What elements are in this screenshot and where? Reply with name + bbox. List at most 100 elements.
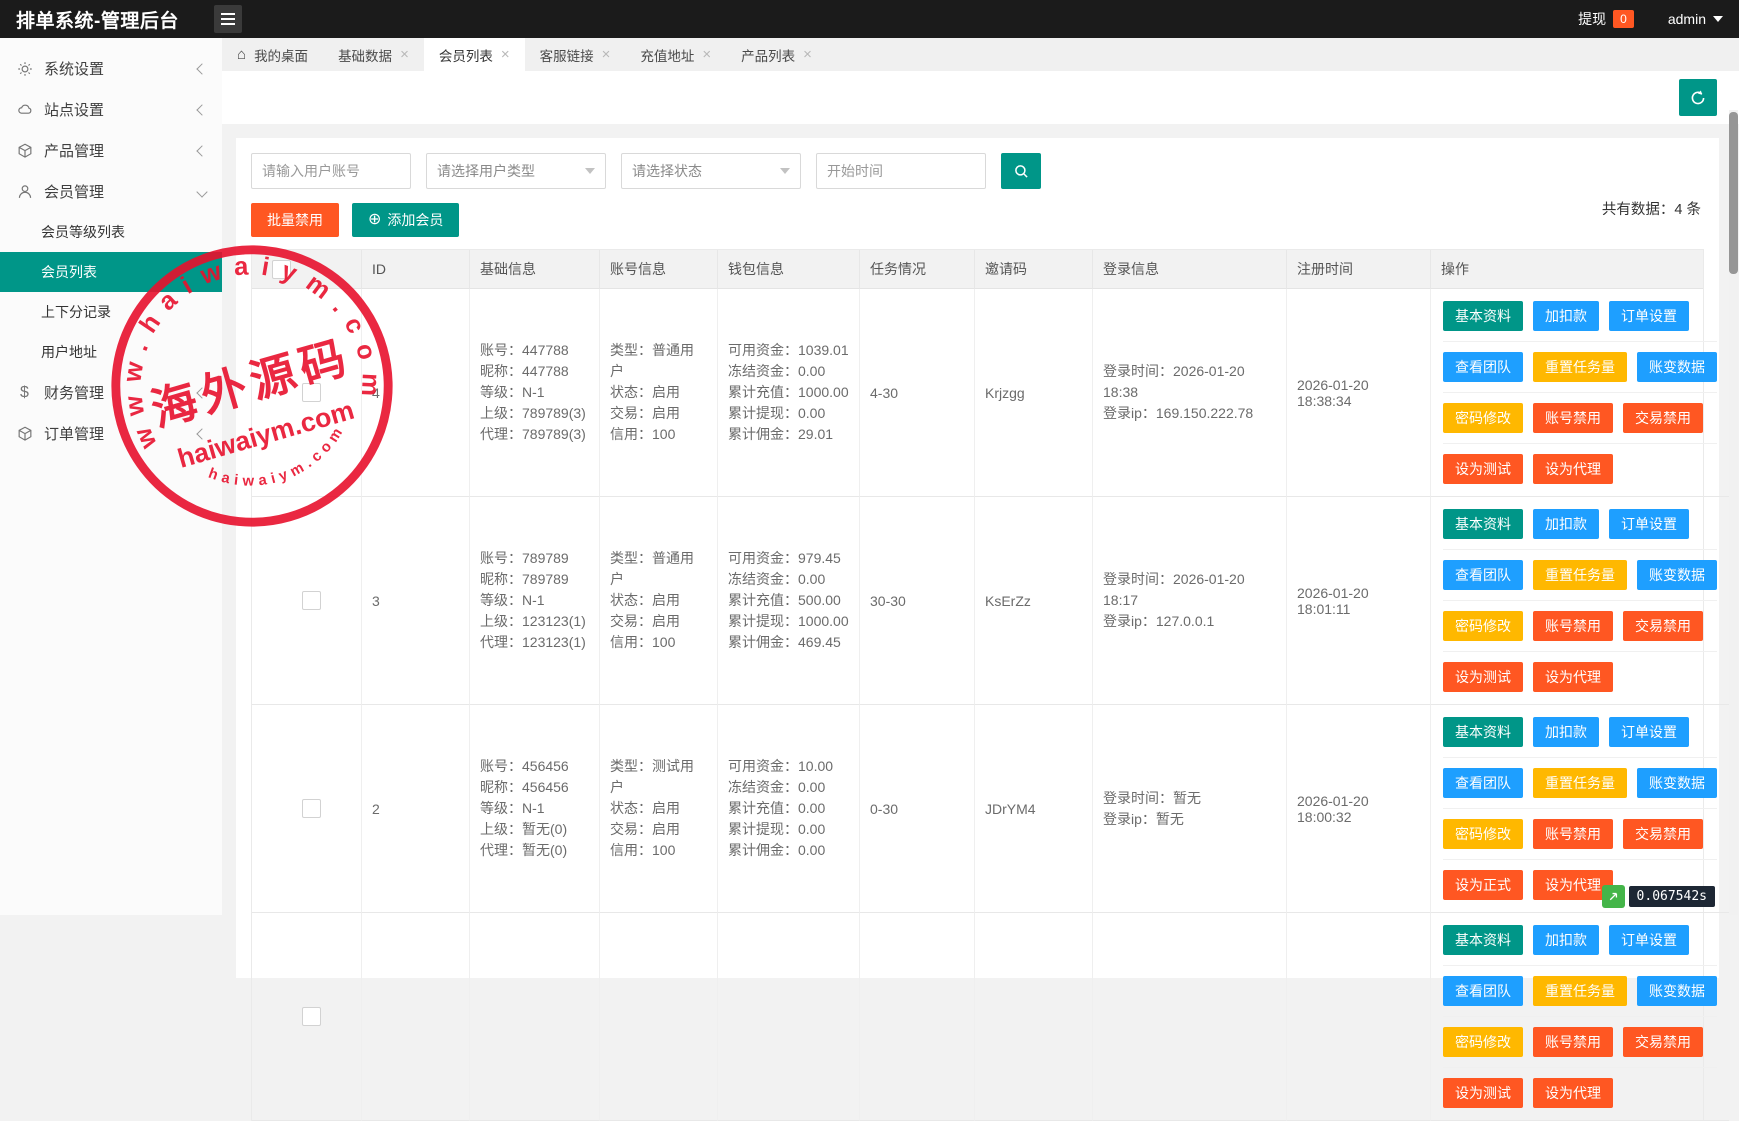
info-line: 登录时间：暂无 — [1103, 788, 1276, 809]
action-button[interactable]: 基本资料 — [1443, 717, 1523, 747]
cell-register-time — [1287, 913, 1431, 1121]
action-button[interactable]: 加扣款 — [1533, 925, 1599, 955]
cell-actions: 基本资料加扣款订单设置查看团队重置任务量账变数据密码修改账号禁用交易禁用设为测试… — [1431, 289, 1729, 497]
tab-basic-data[interactable]: 基础数据 × — [323, 38, 424, 71]
action-button[interactable]: 设为代理 — [1533, 1078, 1613, 1108]
action-button[interactable]: 加扣款 — [1533, 301, 1599, 331]
action-button[interactable]: 账变数据 — [1637, 352, 1717, 382]
action-button[interactable]: 加扣款 — [1533, 717, 1599, 747]
info-line: 冻结资金：0.00 — [728, 361, 849, 382]
cell-id — [362, 913, 470, 1121]
action-button[interactable]: 交易禁用 — [1623, 1027, 1703, 1057]
action-button[interactable]: 基本资料 — [1443, 925, 1523, 955]
app-title: 排单系统-管理后台 — [0, 6, 200, 33]
scrollbar-thumb[interactable] — [1729, 112, 1738, 274]
sidebar-item-member-level-list[interactable]: 会员等级列表 — [0, 212, 222, 252]
chevron-down-icon — [196, 186, 207, 197]
action-button[interactable]: 交易禁用 — [1623, 611, 1703, 641]
close-icon[interactable]: × — [803, 47, 812, 62]
status-select[interactable]: 请选择状态 — [621, 153, 801, 189]
sidebar-item-order-management[interactable]: 订单管理 — [0, 413, 222, 454]
action-button[interactable]: 基本资料 — [1443, 509, 1523, 539]
search-button[interactable] — [1001, 153, 1041, 189]
action-button[interactable]: 订单设置 — [1609, 509, 1689, 539]
action-button[interactable]: 密码修改 — [1443, 403, 1523, 433]
action-button[interactable]: 账号禁用 — [1533, 403, 1613, 433]
action-button[interactable]: 设为正式 — [1443, 870, 1523, 900]
cell-login-info: 登录时间：2026-01-20 18:17登录ip：127.0.0.1 — [1093, 497, 1287, 705]
sidebar-item-finance-management[interactable]: $ 财务管理 — [0, 372, 222, 413]
row-checkbox[interactable] — [302, 591, 321, 610]
action-button[interactable]: 重置任务量 — [1533, 768, 1627, 798]
action-button[interactable]: 基本资料 — [1443, 301, 1523, 331]
tab-member-list[interactable]: 会员列表 × — [424, 38, 525, 71]
user-type-select[interactable]: 请选择用户类型 — [426, 153, 606, 189]
action-button[interactable]: 订单设置 — [1609, 301, 1689, 331]
close-icon[interactable]: × — [501, 47, 510, 62]
menu-toggle-button[interactable] — [214, 5, 242, 33]
row-checkbox[interactable] — [302, 799, 321, 818]
batch-disable-button[interactable]: 批量禁用 — [251, 203, 339, 237]
action-button[interactable]: 账号禁用 — [1533, 611, 1613, 641]
close-icon[interactable]: × — [400, 47, 409, 62]
sidebar-item-user-address[interactable]: 用户地址 — [0, 332, 222, 372]
sidebar-item-member-list[interactable]: 会员列表 — [0, 252, 222, 292]
action-button[interactable]: 账号禁用 — [1533, 1027, 1613, 1057]
row-checkbox[interactable] — [302, 383, 321, 402]
sidebar-item-score-records[interactable]: 上下分记录 — [0, 292, 222, 332]
action-button[interactable]: 设为代理 — [1533, 662, 1613, 692]
action-button[interactable]: 查看团队 — [1443, 560, 1523, 590]
sidebar-item-system-settings[interactable]: 系统设置 — [0, 48, 222, 89]
arrow-up-right-icon[interactable] — [1602, 885, 1625, 908]
action-button[interactable]: 设为代理 — [1533, 454, 1613, 484]
row-checkbox[interactable] — [302, 1007, 321, 1026]
action-button[interactable]: 密码修改 — [1443, 1027, 1523, 1057]
info-line: 交易：启用 — [610, 611, 707, 632]
sidebar-item-member-management[interactable]: 会员管理 — [0, 171, 222, 212]
vertical-scrollbar[interactable] — [1729, 110, 1738, 915]
action-button[interactable]: 账变数据 — [1637, 976, 1717, 1006]
action-button[interactable]: 重置任务量 — [1533, 352, 1627, 382]
action-button[interactable]: 加扣款 — [1533, 509, 1599, 539]
cell-basic-info — [470, 913, 600, 1121]
action-button[interactable]: 密码修改 — [1443, 611, 1523, 641]
sidebar-item-product-management[interactable]: 产品管理 — [0, 130, 222, 171]
tab-service-link[interactable]: 客服链接 × — [525, 38, 626, 71]
tab-recharge-address[interactable]: 充值地址 × — [625, 38, 726, 71]
close-icon[interactable]: × — [602, 47, 611, 62]
info-line: 累计提现：0.00 — [728, 403, 849, 424]
account-search-input[interactable] — [251, 153, 411, 189]
refresh-button[interactable] — [1679, 79, 1717, 116]
action-button[interactable]: 账号禁用 — [1533, 819, 1613, 849]
user-menu[interactable]: admin — [1668, 11, 1723, 27]
action-button[interactable]: 账变数据 — [1637, 768, 1717, 798]
action-button[interactable]: 查看团队 — [1443, 352, 1523, 382]
action-button[interactable]: 密码修改 — [1443, 819, 1523, 849]
tab-my-desktop[interactable]: ⌂ 我的桌面 — [222, 38, 323, 71]
action-button[interactable]: 查看团队 — [1443, 768, 1523, 798]
action-button[interactable]: 设为测试 — [1443, 1078, 1523, 1108]
withdraw-link[interactable]: 提现 0 — [1578, 9, 1634, 29]
action-button[interactable]: 订单设置 — [1609, 717, 1689, 747]
start-time-input[interactable] — [816, 153, 986, 189]
action-button[interactable]: 重置任务量 — [1533, 976, 1627, 1006]
chevron-left-icon — [196, 63, 207, 74]
action-button[interactable]: 交易禁用 — [1623, 819, 1703, 849]
cell-basic-info: 账号：789789昵称：789789等级：N-1上级：123123(1)代理：1… — [470, 497, 600, 705]
close-icon[interactable]: × — [702, 47, 711, 62]
sidebar-subitem-label: 会员列表 — [41, 262, 97, 282]
action-button[interactable]: 设为测试 — [1443, 454, 1523, 484]
select-all-checkbox[interactable] — [272, 260, 291, 279]
tab-product-list[interactable]: 产品列表 × — [726, 38, 827, 71]
sidebar-item-site-settings[interactable]: 站点设置 — [0, 89, 222, 130]
add-member-button[interactable]: ⊕ 添加会员 — [352, 203, 459, 237]
info-line: 冻结资金：0.00 — [728, 777, 849, 798]
action-button[interactable]: 查看团队 — [1443, 976, 1523, 1006]
action-button[interactable]: 设为测试 — [1443, 662, 1523, 692]
action-button[interactable]: 账变数据 — [1637, 560, 1717, 590]
action-button[interactable]: 交易禁用 — [1623, 403, 1703, 433]
info-line: 代理：123123(1) — [480, 632, 589, 653]
action-button[interactable]: 订单设置 — [1609, 925, 1689, 955]
table-body: 4 账号：447788昵称：447788等级：N-1上级：789789(3)代理… — [252, 289, 1703, 1121]
action-button[interactable]: 重置任务量 — [1533, 560, 1627, 590]
